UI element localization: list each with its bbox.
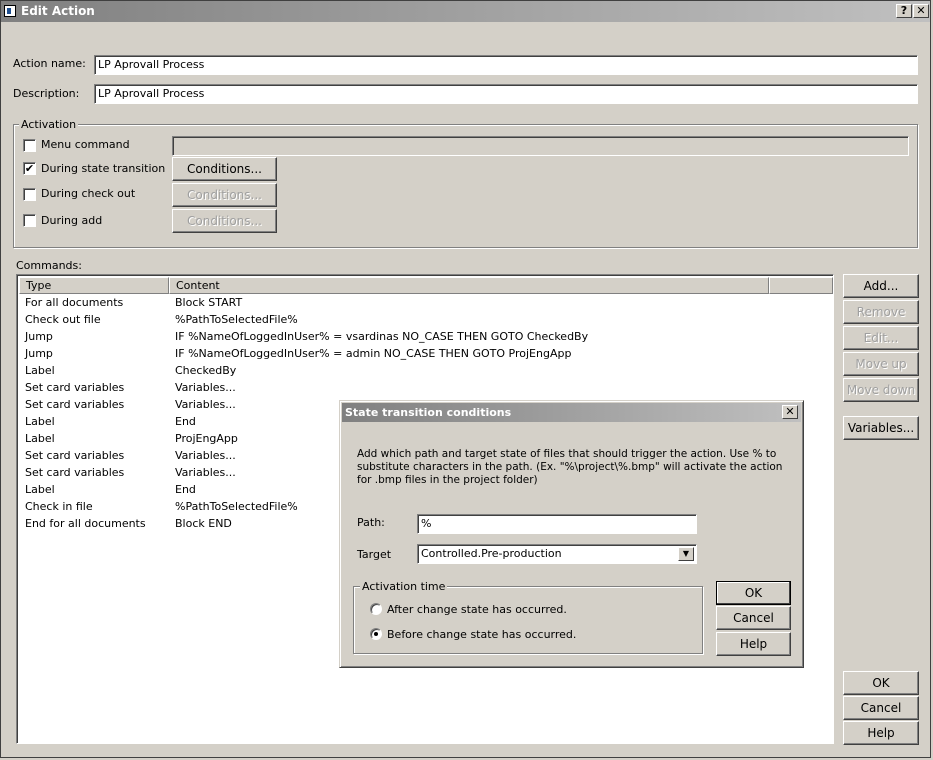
activation-time-title: Activation time xyxy=(360,580,448,593)
column-header-content[interactable]: Content xyxy=(169,277,769,294)
dialog-title: State transition conditions xyxy=(345,406,512,419)
before-radio[interactable] xyxy=(370,628,382,640)
table-row[interactable]: Label CheckedBy xyxy=(19,363,831,380)
add-label: During add xyxy=(41,214,103,227)
window-title: Edit Action xyxy=(21,4,95,18)
after-radio[interactable] xyxy=(370,603,382,615)
close-icon[interactable]: ✕ xyxy=(913,4,929,18)
row-content: End xyxy=(175,483,196,496)
target-label: Target xyxy=(357,548,392,561)
add-conditions-button[interactable]: Conditions... xyxy=(172,209,277,233)
target-select-value: Controlled.Pre-production xyxy=(421,547,562,560)
add-checkbox[interactable] xyxy=(23,214,36,227)
row-content: %PathToSelectedFile% xyxy=(175,313,298,326)
row-type: Set card variables xyxy=(25,381,125,394)
state-transition-dialog: State transition conditions ✕ Add which … xyxy=(339,400,804,668)
help-button[interactable]: Help xyxy=(843,721,919,745)
target-select[interactable]: Controlled.Pre-production ▼ xyxy=(417,544,697,564)
row-type: Label xyxy=(25,364,55,377)
row-content: Block START xyxy=(175,296,243,309)
dialog-cancel-button[interactable]: Cancel xyxy=(716,606,791,630)
row-content: End xyxy=(175,415,196,428)
check-out-label: During check out xyxy=(41,187,136,200)
state-transition-label: During state transition xyxy=(41,162,166,175)
activation-time-group xyxy=(353,586,703,654)
description-field[interactable]: LP Aprovall Process xyxy=(94,84,918,104)
row-type: Label xyxy=(25,432,55,445)
row-content: CheckedBy xyxy=(175,364,237,377)
move-down-button[interactable]: Move down xyxy=(843,378,919,402)
row-type: Set card variables xyxy=(25,449,125,462)
chevron-down-icon[interactable]: ▼ xyxy=(678,547,694,561)
row-content: IF %NameOfLoggedInUser% = admin NO_CASE … xyxy=(175,347,572,360)
dialog-title-bar: State transition conditions ✕ xyxy=(342,403,801,422)
row-content: Variables... xyxy=(175,398,236,411)
column-header-type[interactable]: Type xyxy=(19,277,169,294)
variables-button[interactable]: Variables... xyxy=(843,416,919,440)
dialog-close-icon[interactable]: ✕ xyxy=(782,405,798,419)
column-header-empty xyxy=(769,277,833,294)
row-content: Variables... xyxy=(175,449,236,462)
after-label: After change state has occurred. xyxy=(387,603,567,616)
row-type: End for all documents xyxy=(25,517,146,530)
row-type: Set card variables xyxy=(25,466,125,479)
action-name-label: Action name: xyxy=(13,57,86,70)
table-row[interactable]: Set card variables Variables... xyxy=(19,380,831,397)
row-content: Block END xyxy=(175,517,232,530)
help-title-button[interactable]: ? xyxy=(896,4,912,18)
row-content: ProjEngApp xyxy=(175,432,238,445)
commands-label: Commands: xyxy=(16,259,82,272)
row-type: Check in file xyxy=(25,500,93,513)
row-type: Jump xyxy=(25,347,53,360)
app-icon xyxy=(4,5,16,17)
table-row[interactable]: For all documents Block START xyxy=(19,295,831,312)
move-up-button[interactable]: Move up xyxy=(843,352,919,376)
radio-dot xyxy=(374,632,378,636)
row-content: Variables... xyxy=(175,466,236,479)
check-out-conditions-button[interactable]: Conditions... xyxy=(172,183,277,207)
title-bar: Edit Action ? ✕ xyxy=(1,1,930,22)
ok-button[interactable]: OK xyxy=(843,671,919,695)
cancel-button[interactable]: Cancel xyxy=(843,696,919,720)
table-row[interactable]: Check out file %PathToSelectedFile% xyxy=(19,312,831,329)
description-label: Description: xyxy=(13,87,80,100)
menu-command-checkbox[interactable] xyxy=(23,139,36,152)
row-content: Variables... xyxy=(175,381,236,394)
row-content: %PathToSelectedFile% xyxy=(175,500,298,513)
dialog-help-button[interactable]: Help xyxy=(716,632,791,656)
remove-button[interactable]: Remove xyxy=(843,300,919,324)
table-row[interactable]: Jump IF %NameOfLoggedInUser% = vsardinas … xyxy=(19,329,831,346)
table-row[interactable]: Jump IF %NameOfLoggedInUser% = admin NO_C… xyxy=(19,346,831,363)
row-content: IF %NameOfLoggedInUser% = vsardinas NO_C… xyxy=(175,330,589,343)
state-transition-checkbox[interactable]: ✔ xyxy=(23,162,36,175)
dialog-description: Add which path and target state of files… xyxy=(357,448,783,486)
before-label: Before change state has occurred. xyxy=(387,628,577,641)
path-field[interactable]: % xyxy=(417,514,697,534)
row-type: Jump xyxy=(25,330,53,343)
menu-command-label: Menu command xyxy=(41,138,130,151)
path-label: Path: xyxy=(357,516,385,529)
row-type: Label xyxy=(25,415,55,428)
edit-button[interactable]: Edit... xyxy=(843,326,919,350)
add-button[interactable]: Add... xyxy=(843,274,919,298)
row-type: Label xyxy=(25,483,55,496)
state-transition-conditions-button[interactable]: Conditions... xyxy=(172,157,277,181)
row-type: Set card variables xyxy=(25,398,125,411)
action-name-field[interactable]: LP Aprovall Process xyxy=(94,55,918,75)
menu-command-field[interactable] xyxy=(172,136,909,156)
dialog-ok-button[interactable]: OK xyxy=(716,581,791,605)
activation-group-title: Activation xyxy=(19,118,79,131)
check-out-checkbox[interactable] xyxy=(23,188,36,201)
row-type: For all documents xyxy=(25,296,124,309)
row-type: Check out file xyxy=(25,313,101,326)
